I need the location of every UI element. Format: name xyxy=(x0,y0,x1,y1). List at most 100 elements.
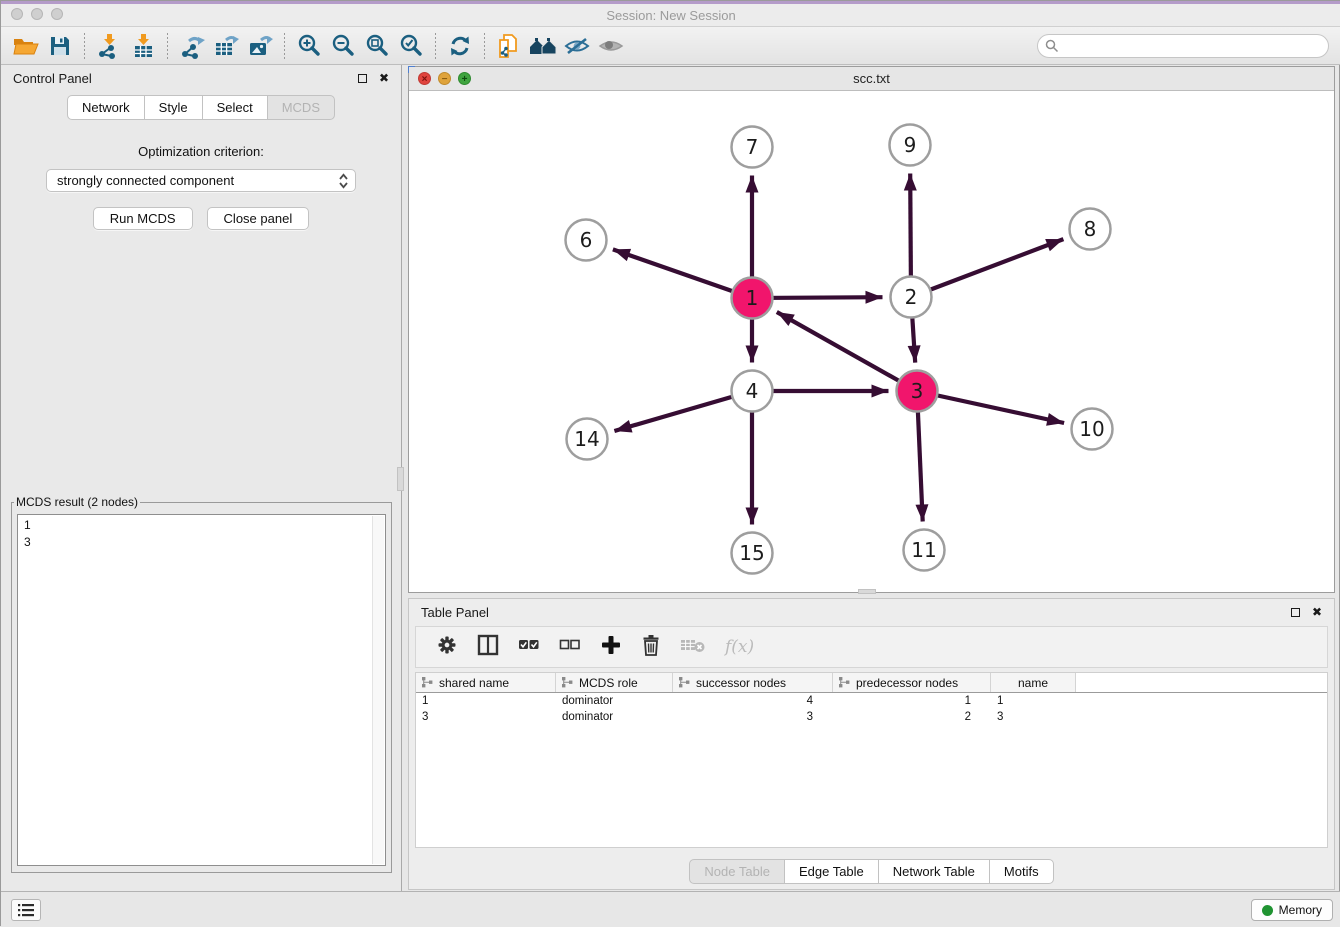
table-cell[interactable]: dominator xyxy=(556,695,673,707)
close-panel-icon[interactable]: ✖ xyxy=(379,72,389,84)
float-panel-icon[interactable] xyxy=(1291,608,1300,617)
column-header-MCDS-role[interactable]: MCDS role xyxy=(556,673,673,692)
graph-edge-3-10[interactable] xyxy=(917,391,1064,423)
graph-node-label: 7 xyxy=(746,135,759,159)
graph-node-14[interactable]: 14 xyxy=(567,419,608,460)
save-session-button[interactable] xyxy=(43,30,77,62)
tab-network[interactable]: Network xyxy=(67,95,145,120)
table-row[interactable]: 3dominator323 xyxy=(416,709,1327,725)
home-button[interactable] xyxy=(526,30,560,62)
result-scrollbar[interactable] xyxy=(372,516,384,864)
memory-button[interactable]: Memory xyxy=(1251,899,1333,921)
column-header-successor-nodes[interactable]: successor nodes xyxy=(673,673,833,692)
table-settings-button[interactable] xyxy=(436,634,458,661)
refresh-button[interactable] xyxy=(443,30,477,62)
column-header-name[interactable]: name xyxy=(991,673,1076,692)
refresh-icon xyxy=(447,33,473,59)
graph-node-label: 11 xyxy=(911,538,936,562)
function-builder-button: f(x) xyxy=(725,637,754,657)
table-cell[interactable]: 1 xyxy=(833,695,991,707)
graph-edge-2-8[interactable] xyxy=(911,239,1063,297)
run-mcds-button[interactable]: Run MCDS xyxy=(93,207,193,230)
export-image-button[interactable] xyxy=(243,30,277,62)
criterion-dropdown[interactable]: strongly connected component xyxy=(46,169,356,192)
tab-motifs[interactable]: Motifs xyxy=(989,859,1054,884)
graph-node-11[interactable]: 11 xyxy=(904,530,945,571)
zoom-fit-button[interactable] xyxy=(360,30,394,62)
delete-row-button[interactable] xyxy=(641,634,661,661)
column-header-predecessor-nodes[interactable]: predecessor nodes xyxy=(833,673,991,692)
table-row[interactable]: 1dominator411 xyxy=(416,693,1327,709)
tab-style[interactable]: Style xyxy=(144,95,203,120)
search-input[interactable] xyxy=(1037,34,1329,58)
task-history-button[interactable] xyxy=(11,899,41,921)
graph-edge-1-6[interactable] xyxy=(613,249,752,298)
select-all-button[interactable] xyxy=(518,637,540,658)
graph-node-7[interactable]: 7 xyxy=(732,127,773,168)
tab-edge-table[interactable]: Edge Table xyxy=(784,859,879,884)
column-type-icon xyxy=(839,677,850,688)
mcds-result-lines: 1 3 xyxy=(18,515,385,553)
hide-selected-button[interactable] xyxy=(560,30,594,62)
graph-node-6[interactable]: 6 xyxy=(566,220,607,261)
close-panel-icon[interactable]: ✖ xyxy=(1312,606,1322,618)
tab-mcds[interactable]: MCDS xyxy=(267,95,335,120)
table-cell[interactable]: dominator xyxy=(556,711,673,723)
column-header-shared-name[interactable]: shared name xyxy=(416,673,556,692)
network-window-titlebar[interactable]: × − + scc.txt xyxy=(409,67,1334,91)
graph-node-8[interactable]: 8 xyxy=(1070,209,1111,250)
add-row-button[interactable] xyxy=(600,634,622,661)
graph-node-9[interactable]: 9 xyxy=(890,125,931,166)
graph-node-15[interactable]: 15 xyxy=(732,533,773,574)
zoom-selected-button[interactable] xyxy=(394,30,428,62)
close-panel-button[interactable]: Close panel xyxy=(207,207,310,230)
table-cell[interactable]: 3 xyxy=(416,711,556,723)
toolbar-separator xyxy=(167,33,168,59)
mcds-result-textarea[interactable]: 1 3 xyxy=(17,514,386,866)
optimization-criterion-label: Optimization criterion: xyxy=(1,144,401,159)
graph-node-4[interactable]: 4 xyxy=(732,371,773,412)
zoom-fit-icon xyxy=(364,33,390,59)
splitter-handle[interactable] xyxy=(858,589,876,594)
import-network-button[interactable] xyxy=(92,30,126,62)
tab-node-table[interactable]: Node Table xyxy=(689,859,785,884)
table-cell[interactable]: 3 xyxy=(673,711,833,723)
table-panel: Table Panel ✖ xyxy=(408,598,1335,890)
import-table-button[interactable] xyxy=(126,30,160,62)
network-canvas[interactable]: 1 2 3 4 6 7 8 9 10 11 14 15 xyxy=(409,91,1334,592)
graph-node-label: 6 xyxy=(580,228,593,252)
table-cell[interactable]: 3 xyxy=(991,711,1076,723)
export-table-button[interactable] xyxy=(209,30,243,62)
toolbar-separator xyxy=(484,33,485,59)
tab-select[interactable]: Select xyxy=(202,95,268,120)
float-panel-icon[interactable] xyxy=(358,74,367,83)
splitter-handle[interactable] xyxy=(397,467,404,491)
open-session-button[interactable] xyxy=(9,30,43,62)
memory-label: Memory xyxy=(1279,903,1322,917)
zoom-out-button[interactable] xyxy=(326,30,360,62)
unselect-all-button[interactable] xyxy=(559,637,581,658)
graph-edge-3-1[interactable] xyxy=(777,312,917,391)
table-cell[interactable]: 1 xyxy=(991,695,1076,707)
eye-slash-icon xyxy=(563,34,591,58)
column-type-icon xyxy=(679,677,690,688)
graph-node-10[interactable]: 10 xyxy=(1072,409,1113,450)
table-cell[interactable]: 1 xyxy=(416,695,556,707)
zoom-out-icon xyxy=(330,33,356,59)
status-bar: Memory xyxy=(1,891,1340,927)
mcds-result-groupbox: MCDS result (2 nodes) 1 3 xyxy=(11,495,392,873)
table-cell[interactable]: 2 xyxy=(833,711,991,723)
graph-node-label: 10 xyxy=(1079,417,1104,441)
graph-node-1[interactable]: 1 xyxy=(732,278,773,319)
network-window-title: scc.txt xyxy=(409,71,1334,86)
export-network-button[interactable] xyxy=(175,30,209,62)
zoom-in-button[interactable] xyxy=(292,30,326,62)
column-browse-button[interactable] xyxy=(477,634,499,661)
graph-node-3[interactable]: 3 xyxy=(897,371,938,412)
tab-network-table[interactable]: Network Table xyxy=(878,859,990,884)
delete-table-button xyxy=(680,636,706,659)
show-eye-button[interactable] xyxy=(594,30,628,62)
graph-node-2[interactable]: 2 xyxy=(891,277,932,318)
table-cell[interactable]: 4 xyxy=(673,695,833,707)
new-network-from-selection-button[interactable] xyxy=(492,30,526,62)
